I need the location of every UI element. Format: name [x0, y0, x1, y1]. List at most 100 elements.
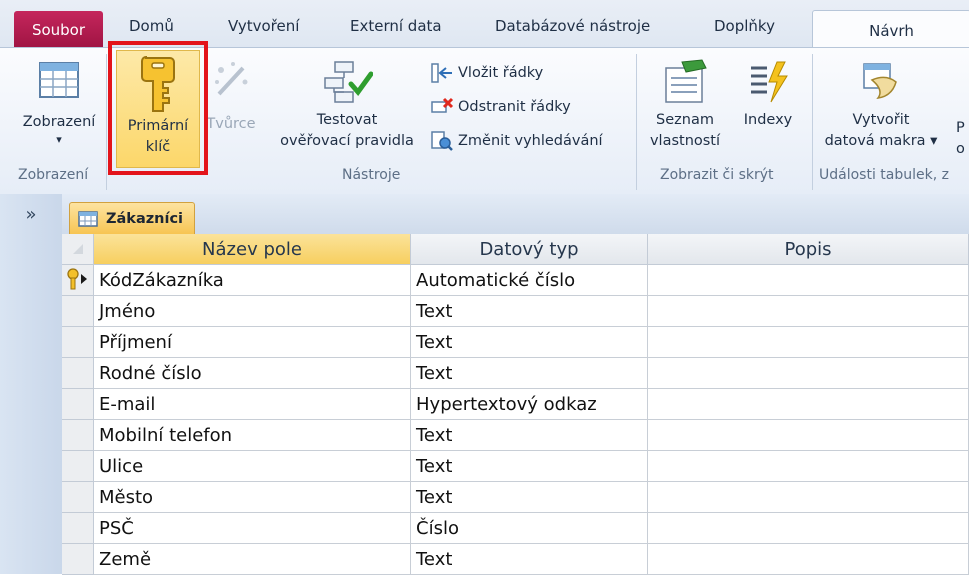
create-macros-label-line1: Vytvořit [852, 112, 910, 128]
table-row[interactable]: Země Text [62, 544, 969, 575]
field-name-cell[interactable]: Rodné číslo [94, 358, 411, 389]
create-data-macros-button[interactable]: Vytvořit datová makra ▾ [816, 58, 946, 152]
document-tab-strip [62, 194, 969, 235]
table-design-grid: Název pole Datový typ Popis KódZákazníka… [62, 234, 969, 575]
column-header-description[interactable]: Popis [648, 234, 969, 265]
next-button-partial[interactable]: P o [956, 118, 969, 160]
datasheet-view-icon [39, 62, 79, 98]
modify-lookups-icon [431, 131, 453, 151]
indexes-button[interactable]: Indexy [734, 58, 802, 131]
description-cell[interactable] [648, 482, 969, 513]
magic-wand-icon [215, 62, 248, 96]
validation-rules-icon [324, 61, 373, 103]
field-name-cell[interactable]: Příjmení [94, 327, 411, 358]
description-cell[interactable] [648, 544, 969, 575]
description-cell[interactable] [648, 420, 969, 451]
description-cell[interactable] [648, 296, 969, 327]
data-type-cell[interactable]: Text [411, 482, 648, 513]
row-selector[interactable] [62, 420, 94, 451]
table-icon [78, 210, 98, 227]
table-row[interactable]: KódZákazníka Automatické číslo [62, 265, 969, 296]
data-type-cell[interactable]: Text [411, 358, 648, 389]
group-label-table-events: Události tabulek, z [819, 167, 949, 183]
test-rules-label-line1: Testovat [316, 112, 378, 128]
row-selector[interactable] [62, 389, 94, 420]
property-sheet-label-line1: Seznam [656, 112, 714, 128]
tab-home[interactable]: Domů [129, 17, 174, 35]
description-cell[interactable] [648, 327, 969, 358]
data-type-cell[interactable]: Číslo [411, 513, 648, 544]
data-type-cell[interactable]: Text [411, 451, 648, 482]
field-name-cell[interactable]: Jméno [94, 296, 411, 327]
tab-file[interactable]: Soubor [14, 11, 103, 48]
ribbon-tab-bar: Soubor Domů Vytvoření Externí data Datab… [0, 0, 969, 51]
property-sheet-icon [665, 59, 707, 103]
view-button[interactable]: Zobrazení ▾ [14, 58, 104, 147]
data-type-cell[interactable]: Text [411, 327, 648, 358]
field-name-cell[interactable]: Mobilní telefon [94, 420, 411, 451]
modify-lookups-button[interactable]: Změnit vyhledávání [430, 130, 603, 152]
tab-addins[interactable]: Doplňky [714, 17, 775, 35]
insert-rows-button[interactable]: Vložit řádky [430, 62, 543, 84]
row-selector[interactable] [62, 451, 94, 482]
document-tab-label: Zákazníci [106, 210, 184, 227]
row-selector[interactable] [62, 265, 94, 296]
field-name-cell[interactable]: PSČ [94, 513, 411, 544]
tab-database-tools[interactable]: Databázové nástroje [495, 17, 650, 35]
builder-label: Tvůrce [206, 116, 256, 132]
insert-rows-label: Vložit řádky [458, 65, 544, 81]
data-type-cell[interactable]: Text [411, 296, 648, 327]
row-selector[interactable] [62, 482, 94, 513]
test-rules-label-line2: ověřovací pravidla [280, 133, 414, 149]
description-cell[interactable] [648, 389, 969, 420]
property-sheet-button[interactable]: Seznam vlastností [644, 58, 726, 152]
description-cell[interactable] [648, 451, 969, 482]
data-type-cell[interactable]: Hypertextový odkaz [411, 389, 648, 420]
nav-pane-expand-button[interactable]: » [0, 194, 62, 234]
indexes-icon [751, 61, 788, 103]
group-label-show-hide: Zobrazit či skrýt [660, 167, 774, 183]
grid-corner-selector[interactable] [62, 234, 94, 265]
table-row[interactable]: PSČ Číslo [62, 513, 969, 544]
field-name-cell[interactable]: Ulice [94, 451, 411, 482]
column-header-data-type[interactable]: Datový typ [411, 234, 648, 265]
table-row[interactable]: Rodné číslo Text [62, 358, 969, 389]
row-selector[interactable] [62, 296, 94, 327]
data-type-cell[interactable]: Text [411, 544, 648, 575]
field-name-cell[interactable]: E-mail [94, 389, 411, 420]
row-selector[interactable] [62, 327, 94, 358]
row-selector[interactable] [62, 358, 94, 389]
data-type-cell[interactable]: Automatické číslo [411, 265, 648, 296]
column-header-field-name[interactable]: Název pole [94, 234, 411, 265]
group-separator [106, 54, 107, 190]
next-button-label-line1: P [956, 120, 965, 136]
tab-design[interactable]: Návrh [812, 10, 969, 51]
table-row[interactable]: Příjmení Text [62, 327, 969, 358]
description-cell[interactable] [648, 265, 969, 296]
description-cell[interactable] [648, 358, 969, 389]
table-row[interactable]: Mobilní telefon Text [62, 420, 969, 451]
table-row[interactable]: Město Text [62, 482, 969, 513]
delete-rows-button[interactable]: Odstranit řádky [430, 96, 571, 118]
field-name-cell[interactable]: KódZákazníka [94, 265, 411, 296]
description-cell[interactable] [648, 513, 969, 544]
insert-rows-icon [431, 63, 452, 83]
document-tab-zakaznici[interactable]: Zákazníci [69, 202, 195, 234]
primary-key-highlight-frame [108, 41, 208, 175]
test-validation-rules-button[interactable]: Testovat ověřovací pravidla [268, 58, 426, 152]
field-name-cell[interactable]: Země [94, 544, 411, 575]
table-row[interactable]: Ulice Text [62, 451, 969, 482]
delete-rows-icon [431, 97, 454, 113]
data-macro-icon [863, 63, 897, 99]
row-selector[interactable] [62, 513, 94, 544]
row-selector[interactable] [62, 544, 94, 575]
data-type-cell[interactable]: Text [411, 420, 648, 451]
field-name-cell[interactable]: Město [94, 482, 411, 513]
tab-create[interactable]: Vytvoření [228, 17, 299, 35]
table-row[interactable]: Jméno Text [62, 296, 969, 327]
group-label-views: Zobrazení [18, 167, 89, 183]
tab-external-data[interactable]: Externí data [350, 17, 442, 35]
group-label-tools: Nástroje [342, 167, 401, 183]
builder-button[interactable]: Tvůrce [200, 58, 262, 135]
table-row[interactable]: E-mail Hypertextový odkaz [62, 389, 969, 420]
